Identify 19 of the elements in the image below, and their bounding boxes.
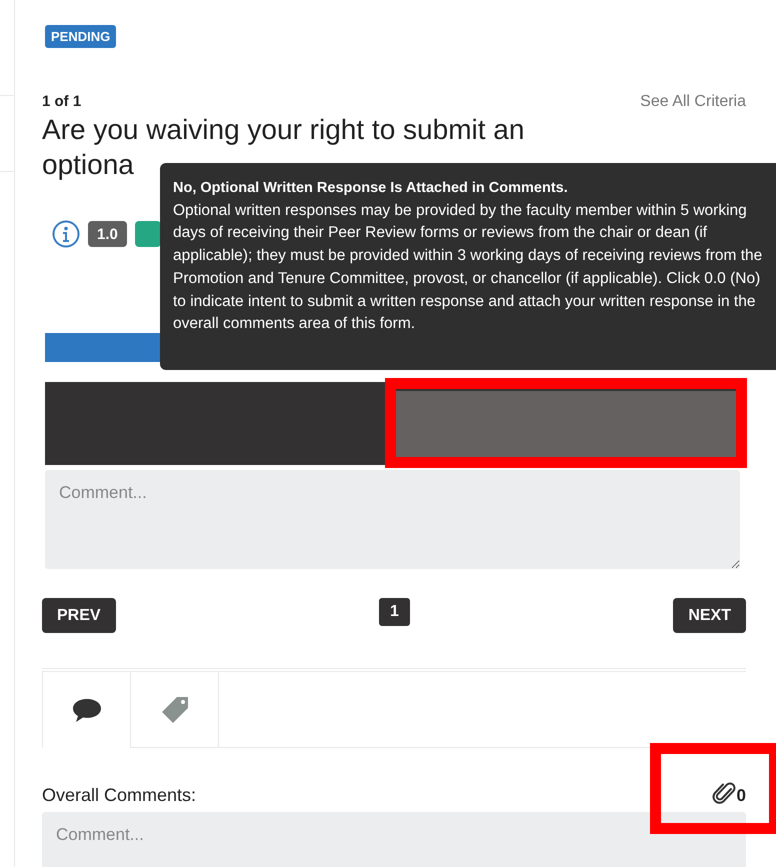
- score-button[interactable]: 1.0: [88, 221, 127, 247]
- comment-field[interactable]: Comment...: [45, 470, 740, 569]
- prev-button[interactable]: PREV: [42, 598, 116, 633]
- see-all-criteria-link[interactable]: See All Criteria: [640, 93, 746, 111]
- tooltip-text: Optional written responses may be provided by the faculty member within 5 working days of receiving their Peer Review forms or reviews from the chair or dean (if applicable); they must be provided within 3 working days of receiving reviews from the Promotion and Tenure Committee, provost, or chancellor (if applicable). Click 0.0 (No) to indicate intent to submit a written response and attach your written response in the overall comments area of this form.: [173, 200, 764, 334]
- page-number[interactable]: 1: [379, 598, 410, 626]
- attachment-count: 0: [736, 786, 746, 806]
- tooltip-heading: No, Optional Written Response Is Attached in Comments.: [173, 179, 569, 198]
- status-badge: PENDING: [45, 25, 116, 48]
- criterion-counter: 1 of 1: [42, 93, 82, 110]
- overall-comment-field[interactable]: Comment...: [42, 812, 746, 867]
- next-button[interactable]: NEXT: [673, 598, 746, 633]
- overall-comments-label: Overall Comments:: [42, 785, 196, 806]
- info-icon[interactable]: [52, 220, 80, 248]
- criterion-title: optiona: [42, 148, 135, 182]
- paperclip-icon[interactable]: [712, 780, 736, 806]
- criterion-title: Are you waiving your right to submit an: [42, 113, 526, 147]
- score-button[interactable]: [134, 221, 161, 247]
- comments-tab[interactable]: [42, 672, 131, 748]
